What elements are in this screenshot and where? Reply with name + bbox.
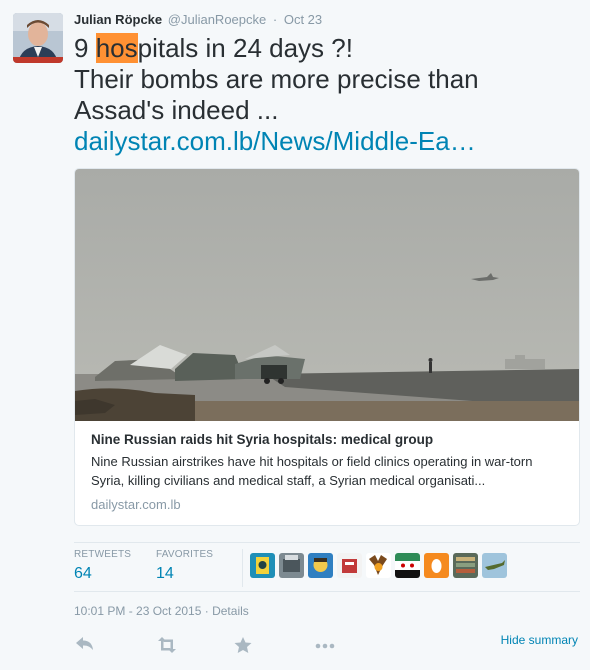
star-icon[interactable] [232,636,254,654]
hide-summary-link[interactable]: Hide summary [501,633,578,647]
tweet-text-line-3: Assad's indeed ... [74,95,279,125]
more-icon[interactable] [314,636,336,654]
favorites-stat[interactable]: FAVORITES 14 [156,549,213,583]
retweeter-avatar[interactable] [453,553,478,578]
stats-divider [242,549,243,587]
text-rest: pitals in 24 days ?! [137,33,353,63]
retweeter-avatar[interactable] [250,553,275,578]
tweet-stats: RETWEETS 64 FAVORITES 14 [74,542,580,592]
retweeter-avatar[interactable] [366,553,391,578]
author-username[interactable]: @JulianRoepcke [168,12,266,27]
avatar[interactable] [13,13,63,63]
favorites-label: FAVORITES [156,549,214,560]
details-link[interactable]: Details [212,604,249,618]
tweet-text-line-1: 9 hospitals in 24 days ?! [74,33,584,64]
retweets-stat[interactable]: RETWEETS 64 [74,549,131,583]
summary-card[interactable]: Nine Russian raids hit Syria hospitals: … [74,168,580,526]
meta-separator: · [204,604,209,618]
retweeter-avatar[interactable] [424,553,449,578]
tweet: Julian Röpcke @JulianRoepcke · Oct 23 9 … [0,0,590,670]
tweet-text-line-2: Their bombs are more precise than [74,64,479,94]
retweeter-avatar[interactable] [337,553,362,578]
card-title[interactable]: Nine Russian raids hit Syria hospitals: … [91,431,565,449]
favorites-count[interactable]: 14 [156,565,213,583]
retweeter-avatar[interactable] [308,553,333,578]
header-separator: · [272,12,278,27]
retweeter-avatar[interactable] [395,553,420,578]
tweet-text: 9 hospitals in 24 days ?! Their bombs ar… [74,33,584,157]
reply-icon[interactable] [74,636,96,654]
tweet-meta: 10:01 PM - 23 Oct 2015 · Details [74,604,249,618]
card-image[interactable] [75,169,579,421]
card-description: Nine Russian airstrikes have hit hospita… [91,454,533,488]
retweets-label: RETWEETS [74,549,132,560]
author-fullname[interactable]: Julian Röpcke [74,12,162,27]
search-highlight: hos [95,33,138,63]
retweeter-avatar[interactable] [279,553,304,578]
retweeter-avatar[interactable] [482,553,507,578]
tweet-timestamp[interactable]: 10:01 PM - 23 Oct 2015 [74,604,201,618]
card-domain[interactable]: dailystar.com.lb [91,497,565,512]
text-prefix: 9 [74,33,96,63]
tweet-link[interactable]: dailystar.com.lb/News/Middle-Ea… [74,126,584,157]
retweet-icon[interactable] [156,636,178,654]
card-body: Nine Russian raids hit Syria hospitals: … [91,431,565,512]
tweet-date[interactable]: Oct 23 [284,12,322,27]
retweets-count[interactable]: 64 [74,565,131,583]
tweet-header: Julian Röpcke @JulianRoepcke · Oct 23 [74,12,322,28]
